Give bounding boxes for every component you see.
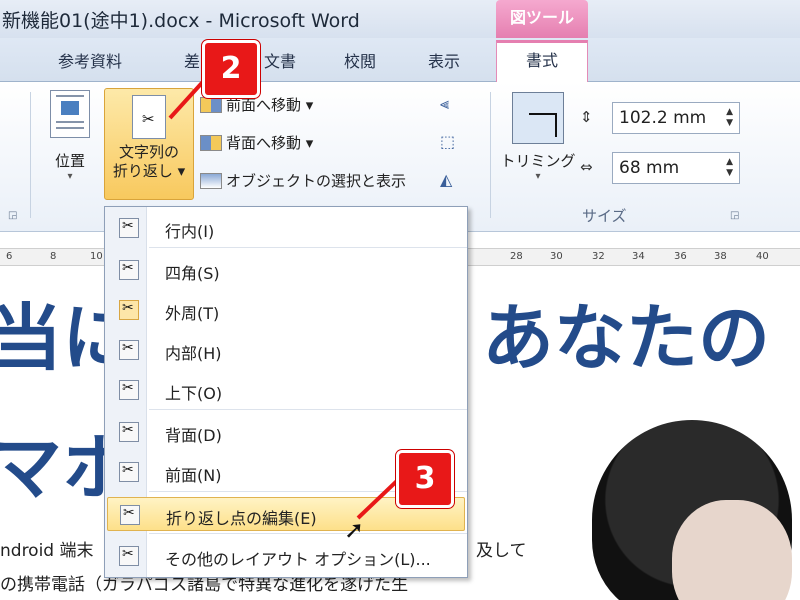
menu-item-label: 内部(H) bbox=[165, 344, 222, 363]
ruler-number: 40 bbox=[756, 251, 769, 262]
height-input[interactable]: 102.2 mm ▲ ▼ bbox=[612, 102, 740, 134]
height-value: 102.2 mm bbox=[619, 108, 707, 128]
menu-item-square[interactable]: 四角(S) bbox=[107, 253, 465, 287]
height-field: ⇕ 102.2 mm ▲ ▼ bbox=[580, 102, 740, 136]
size-launcher-icon[interactable]: ◲ bbox=[730, 210, 739, 221]
send-backward-button[interactable]: 背面へ移動 ▾ bbox=[200, 132, 313, 153]
position-label: 位置 bbox=[54, 152, 85, 170]
menu-separator bbox=[149, 409, 467, 410]
body-text: ndroid 端末 bbox=[0, 541, 94, 561]
callout-step-2: 2 bbox=[202, 40, 260, 98]
group-separator bbox=[30, 92, 31, 218]
tab-review[interactable]: 校閲 bbox=[344, 48, 376, 72]
heading-fragment: あなたの bbox=[482, 296, 771, 380]
selection-pane-icon bbox=[200, 173, 222, 189]
title-bar: 新機能01(途中1).docx - Microsoft Word bbox=[0, 0, 800, 38]
width-value: 68 mm bbox=[619, 158, 680, 178]
dropdown-arrow-icon: ▾ bbox=[177, 162, 186, 180]
dropdown-arrow-icon: ▾ bbox=[305, 96, 314, 114]
body-text: 及して bbox=[476, 541, 527, 561]
window-title: 新機能01(途中1).docx - Microsoft Word bbox=[2, 10, 360, 32]
position-icon bbox=[50, 90, 90, 138]
selection-pane-label: オブジェクトの選択と表示 bbox=[226, 172, 407, 190]
menu-item-label: 背面(D) bbox=[165, 426, 222, 445]
in-front-icon bbox=[119, 462, 139, 482]
menu-separator bbox=[149, 247, 467, 248]
group-icon[interactable]: ⬚ bbox=[440, 132, 455, 151]
tab-mailings-rest[interactable]: 文書 bbox=[264, 48, 296, 72]
ruler-number: 36 bbox=[674, 251, 687, 262]
group-separator bbox=[490, 92, 491, 218]
size-group-label: サイズ bbox=[582, 207, 627, 225]
ruler-number: 32 bbox=[592, 251, 605, 262]
ribbon-tabs: 参考資料 差 文書 校閲 表示 bbox=[0, 38, 800, 82]
mouse-cursor-icon: ➚ bbox=[344, 516, 365, 544]
ruler-number: 6 bbox=[6, 251, 13, 262]
tab-view[interactable]: 表示 bbox=[428, 48, 460, 72]
rotate-icon[interactable]: ◭ bbox=[440, 170, 452, 189]
context-tab-group-label: 図ツール bbox=[496, 0, 588, 38]
layout-options-icon bbox=[119, 546, 139, 566]
align-icon[interactable]: ⫷ bbox=[440, 94, 449, 114]
width-field: ⇔ 68 mm ▲ ▼ bbox=[580, 152, 740, 186]
ruler-number: 30 bbox=[550, 251, 563, 262]
menu-item-through[interactable]: 内部(H) bbox=[107, 333, 465, 367]
dropdown-arrow-icon: ▾ bbox=[305, 134, 314, 152]
square-wrap-icon bbox=[119, 260, 139, 280]
spinner-icon[interactable]: ▲ ▼ bbox=[726, 157, 733, 179]
photo-face bbox=[672, 500, 792, 600]
position-button[interactable]: 位置 ▾ bbox=[38, 90, 102, 200]
top-bottom-wrap-icon bbox=[119, 380, 139, 400]
wrap-text-label-2: 折り返し bbox=[112, 162, 173, 180]
menu-item-top-bottom[interactable]: 上下(O) bbox=[107, 373, 465, 407]
menu-item-tight[interactable]: 外周(T) bbox=[107, 293, 465, 327]
inserted-photo[interactable] bbox=[582, 420, 800, 600]
edit-wrap-points-icon bbox=[120, 505, 140, 525]
menu-item-label: 前面(N) bbox=[165, 466, 222, 485]
menu-item-label: 外周(T) bbox=[165, 304, 220, 323]
width-icon: ⇔ bbox=[580, 158, 593, 176]
menu-item-label: その他のレイアウト オプション(L)... bbox=[165, 550, 431, 569]
height-icon: ⇕ bbox=[580, 108, 593, 126]
send-backward-icon bbox=[200, 135, 222, 151]
dropdown-arrow-icon: ▾ bbox=[535, 171, 541, 182]
menu-item-inline[interactable]: 行内(I) bbox=[107, 211, 465, 245]
dropdown-arrow-icon: ▾ bbox=[67, 171, 73, 182]
crop-icon bbox=[512, 92, 564, 144]
selection-pane-button[interactable]: オブジェクトの選択と表示 bbox=[200, 170, 406, 191]
ruler-number: 34 bbox=[632, 251, 645, 262]
menu-item-label: 行内(I) bbox=[165, 222, 215, 241]
ruler-number: 28 bbox=[510, 251, 523, 262]
inline-wrap-icon bbox=[119, 218, 139, 238]
menu-item-label: 折り返し点の編集(E) bbox=[166, 509, 317, 528]
menu-item-behind-text[interactable]: 背面(D) bbox=[107, 415, 465, 449]
menu-item-more-layout-options[interactable]: その他のレイアウト オプション(L)... bbox=[107, 539, 465, 573]
menu-item-label: 四角(S) bbox=[165, 264, 220, 283]
tab-references[interactable]: 参考資料 bbox=[58, 48, 122, 72]
ruler-number: 38 bbox=[714, 251, 727, 262]
width-input[interactable]: 68 mm ▲ ▼ bbox=[612, 152, 740, 184]
tab-mailings[interactable]: 差 bbox=[184, 48, 200, 72]
crop-button[interactable]: トリミング ▾ bbox=[500, 92, 576, 182]
tab-format[interactable]: 書式 bbox=[496, 40, 588, 83]
spinner-icon[interactable]: ▲ ▼ bbox=[726, 107, 733, 129]
callout-step-3: 3 bbox=[396, 450, 454, 508]
tight-wrap-icon bbox=[119, 300, 139, 320]
ruler-number: 10 bbox=[90, 251, 103, 262]
behind-text-icon bbox=[119, 422, 139, 442]
wrap-text-label-1: 文字列の bbox=[118, 143, 179, 161]
menu-item-label: 上下(O) bbox=[165, 384, 223, 403]
through-wrap-icon bbox=[119, 340, 139, 360]
crop-label: トリミング bbox=[500, 152, 576, 170]
ruler-number: 8 bbox=[50, 251, 57, 262]
send-backward-label: 背面へ移動 bbox=[226, 134, 302, 152]
group-launcher-icon[interactable]: ◲ bbox=[8, 210, 17, 221]
